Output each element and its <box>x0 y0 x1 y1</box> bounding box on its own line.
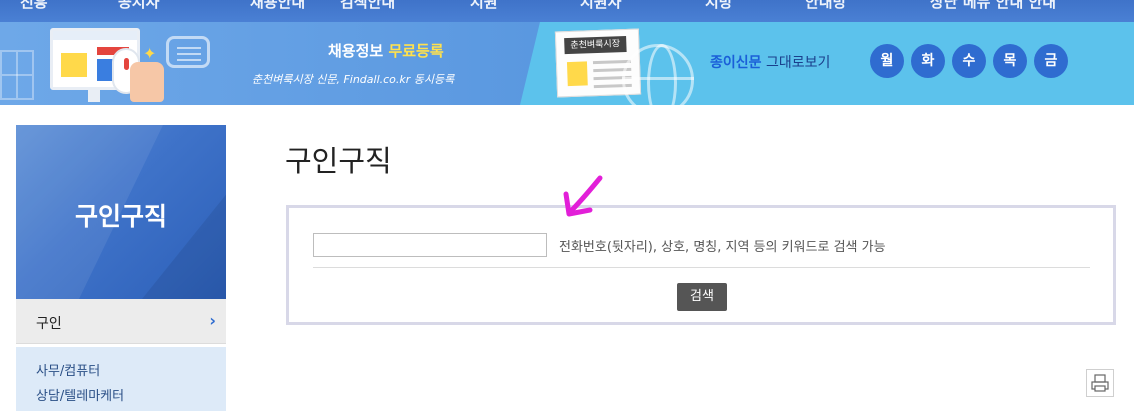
sidebar-item-label: 구인 <box>36 316 62 332</box>
banner: ✦ 채용정보 무료등록 춘천벼룩시장 신문, Findall.co.kr 동시등… <box>0 22 1134 105</box>
printer-icon <box>1091 374 1109 392</box>
grid-decoration <box>0 50 34 100</box>
newspaper-badge: 춘천벼룩시장 <box>564 36 627 55</box>
speech-bubble-icon <box>166 36 210 68</box>
search-hint: 전화번호(뒷자리), 상호, 명칭, 지역 등의 키워드로 검색 가능 <box>559 240 886 255</box>
search-panel: 전화번호(뒷자리), 상호, 명칭, 지역 등의 키워드로 검색 가능 검색 <box>286 205 1116 325</box>
paper-link-rest: 그대로보기 <box>761 55 831 71</box>
nav-item-9[interactable]: 상단 메뉴 안내 안내 <box>930 0 1056 12</box>
monitor-stand <box>88 90 100 102</box>
sidebar-submenu: 사무/컴퓨터 상담/텔레마케터 <box>16 347 226 411</box>
day-button-thu[interactable]: 목 <box>993 44 1027 78</box>
nav-item-3[interactable]: 채용안내 <box>250 0 305 12</box>
sidebar-subitem-office[interactable]: 사무/컴퓨터 <box>36 360 100 379</box>
sidebar-subitem-telemarketing[interactable]: 상담/텔레마케터 <box>36 385 124 404</box>
nav-item-2[interactable]: 공지사 <box>118 0 159 12</box>
sidebar-title: 구인구직 <box>74 202 167 231</box>
promo-title-prefix: 채용정보 <box>328 42 389 60</box>
sidebar-item-active[interactable]: 구인 › <box>16 299 226 344</box>
nav-item-6[interactable]: 지원사 <box>580 0 621 12</box>
divider <box>313 267 1090 268</box>
nav-item-7[interactable]: 지방 <box>705 0 733 12</box>
day-button-tue[interactable]: 화 <box>911 44 945 78</box>
page-title: 구인구직 <box>285 144 392 178</box>
day-button-mon[interactable]: 월 <box>870 44 904 78</box>
day-button-wed[interactable]: 수 <box>952 44 986 78</box>
print-button[interactable] <box>1086 369 1114 397</box>
promo-title-highlight: 무료등록 <box>388 42 444 60</box>
nav-item-5[interactable]: 지원 <box>470 0 498 12</box>
promo-title[interactable]: 채용정보 무료등록 <box>328 40 444 61</box>
chevron-right-icon: › <box>209 311 216 330</box>
paper-view-link[interactable]: 종이신문 그대로보기 <box>710 52 830 72</box>
search-input[interactable] <box>313 233 547 257</box>
nav-item-4[interactable]: 검색안내 <box>340 0 395 12</box>
search-button[interactable]: 검색 <box>677 283 727 311</box>
nav-item-8[interactable]: 안내방 <box>805 0 846 12</box>
annotation-arrow-icon <box>563 175 603 217</box>
promo-subtitle: 춘천벼룩시장 신문, Findall.co.kr 동시등록 <box>252 73 455 86</box>
nav-item-1[interactable]: 진흥 <box>20 0 48 12</box>
click-spark-icon: ✦ <box>143 44 157 63</box>
hand-illustration <box>130 62 164 102</box>
top-nav: 진흥 공지사 채용안내 검색안내 지원 지원사 지방 안내방 상단 메뉴 안내 … <box>0 0 1134 22</box>
paper-link-em: 종이신문 <box>710 55 762 71</box>
sidebar-header: 구인구직 <box>16 125 226 299</box>
day-button-fri[interactable]: 금 <box>1034 44 1068 78</box>
